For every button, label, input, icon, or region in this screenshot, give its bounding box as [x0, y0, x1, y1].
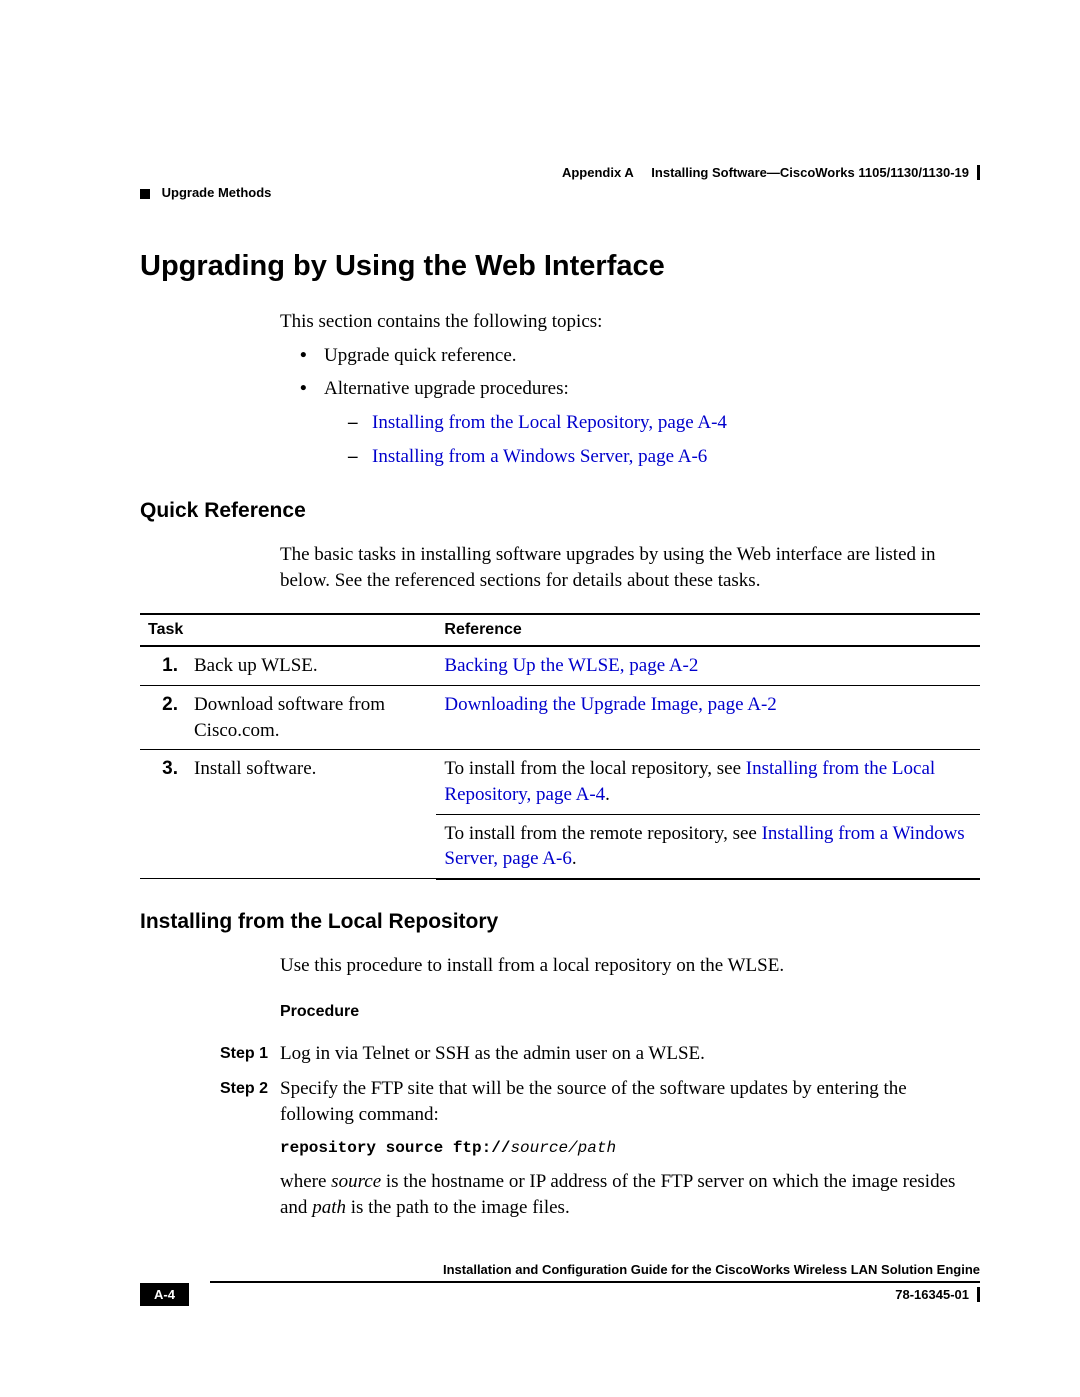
page-footer: Installation and Configuration Guide for… — [140, 1260, 980, 1306]
ref-link[interactable]: Backing Up the WLSE, page A-2 — [444, 655, 698, 676]
localrepo-text: Use this procedure to install from a loc… — [280, 953, 980, 979]
localrepo-heading: Installing from the Local Repository — [140, 910, 980, 934]
appendix-label: Appendix A — [562, 165, 633, 180]
page-number: A-4 — [140, 1283, 189, 1306]
quickref-table: Task Reference 1. Back up WLSE. Backing … — [140, 613, 980, 879]
table-row: 2. Download software from Cisco.com. Dow… — [140, 686, 980, 750]
step-row: Step 2 Specify the FTP site that will be… — [220, 1076, 980, 1220]
th-reference: Reference — [436, 614, 980, 646]
quickref-heading: Quick Reference — [140, 499, 980, 523]
footer-guide: Installation and Configuration Guide for… — [140, 1260, 980, 1281]
command-text: repository source ftp://source/path — [280, 1138, 980, 1160]
topic-sublink[interactable]: Installing from a Windows Server, page A… — [348, 444, 980, 470]
section-tag: Upgrade Methods — [140, 185, 271, 200]
th-task: Task — [140, 614, 436, 646]
intro-text: This section contains the following topi… — [280, 309, 980, 335]
ref-link[interactable]: Downloading the Upgrade Image, page A-2 — [444, 694, 776, 715]
page-heading: Upgrading by Using the Web Interface — [140, 250, 980, 283]
header-title: Installing Software—CiscoWorks 1105/1130… — [651, 165, 969, 180]
running-header: Appendix A Installing Software—CiscoWork… — [140, 165, 980, 180]
table-row: 3. Install software. To install from the… — [140, 750, 980, 814]
step-body: Specify the FTP site that will be the so… — [280, 1076, 980, 1220]
topic-sublink[interactable]: Installing from the Local Repository, pa… — [348, 410, 980, 436]
table-row: 1. Back up WLSE. Backing Up the WLSE, pa… — [140, 646, 980, 685]
procedure-label: Procedure — [280, 1003, 980, 1021]
step-label: Step 2 — [220, 1076, 280, 1220]
topic-item: Alternative upgrade procedures: Installi… — [300, 376, 980, 469]
doc-number: 78-16345-01 — [895, 1287, 980, 1302]
topics-list: Upgrade quick reference. Alternative upg… — [300, 343, 980, 470]
where-text: where source is the hostname or IP addre… — [280, 1169, 980, 1220]
step-body: Log in via Telnet or SSH as the admin us… — [280, 1041, 980, 1067]
step-row: Step 1 Log in via Telnet or SSH as the a… — [220, 1041, 980, 1067]
topic-item: Upgrade quick reference. — [300, 343, 980, 369]
square-icon — [140, 189, 150, 199]
quickref-text: The basic tasks in installing software u… — [280, 542, 980, 593]
section-name: Upgrade Methods — [162, 185, 272, 200]
step-label: Step 1 — [220, 1041, 280, 1067]
